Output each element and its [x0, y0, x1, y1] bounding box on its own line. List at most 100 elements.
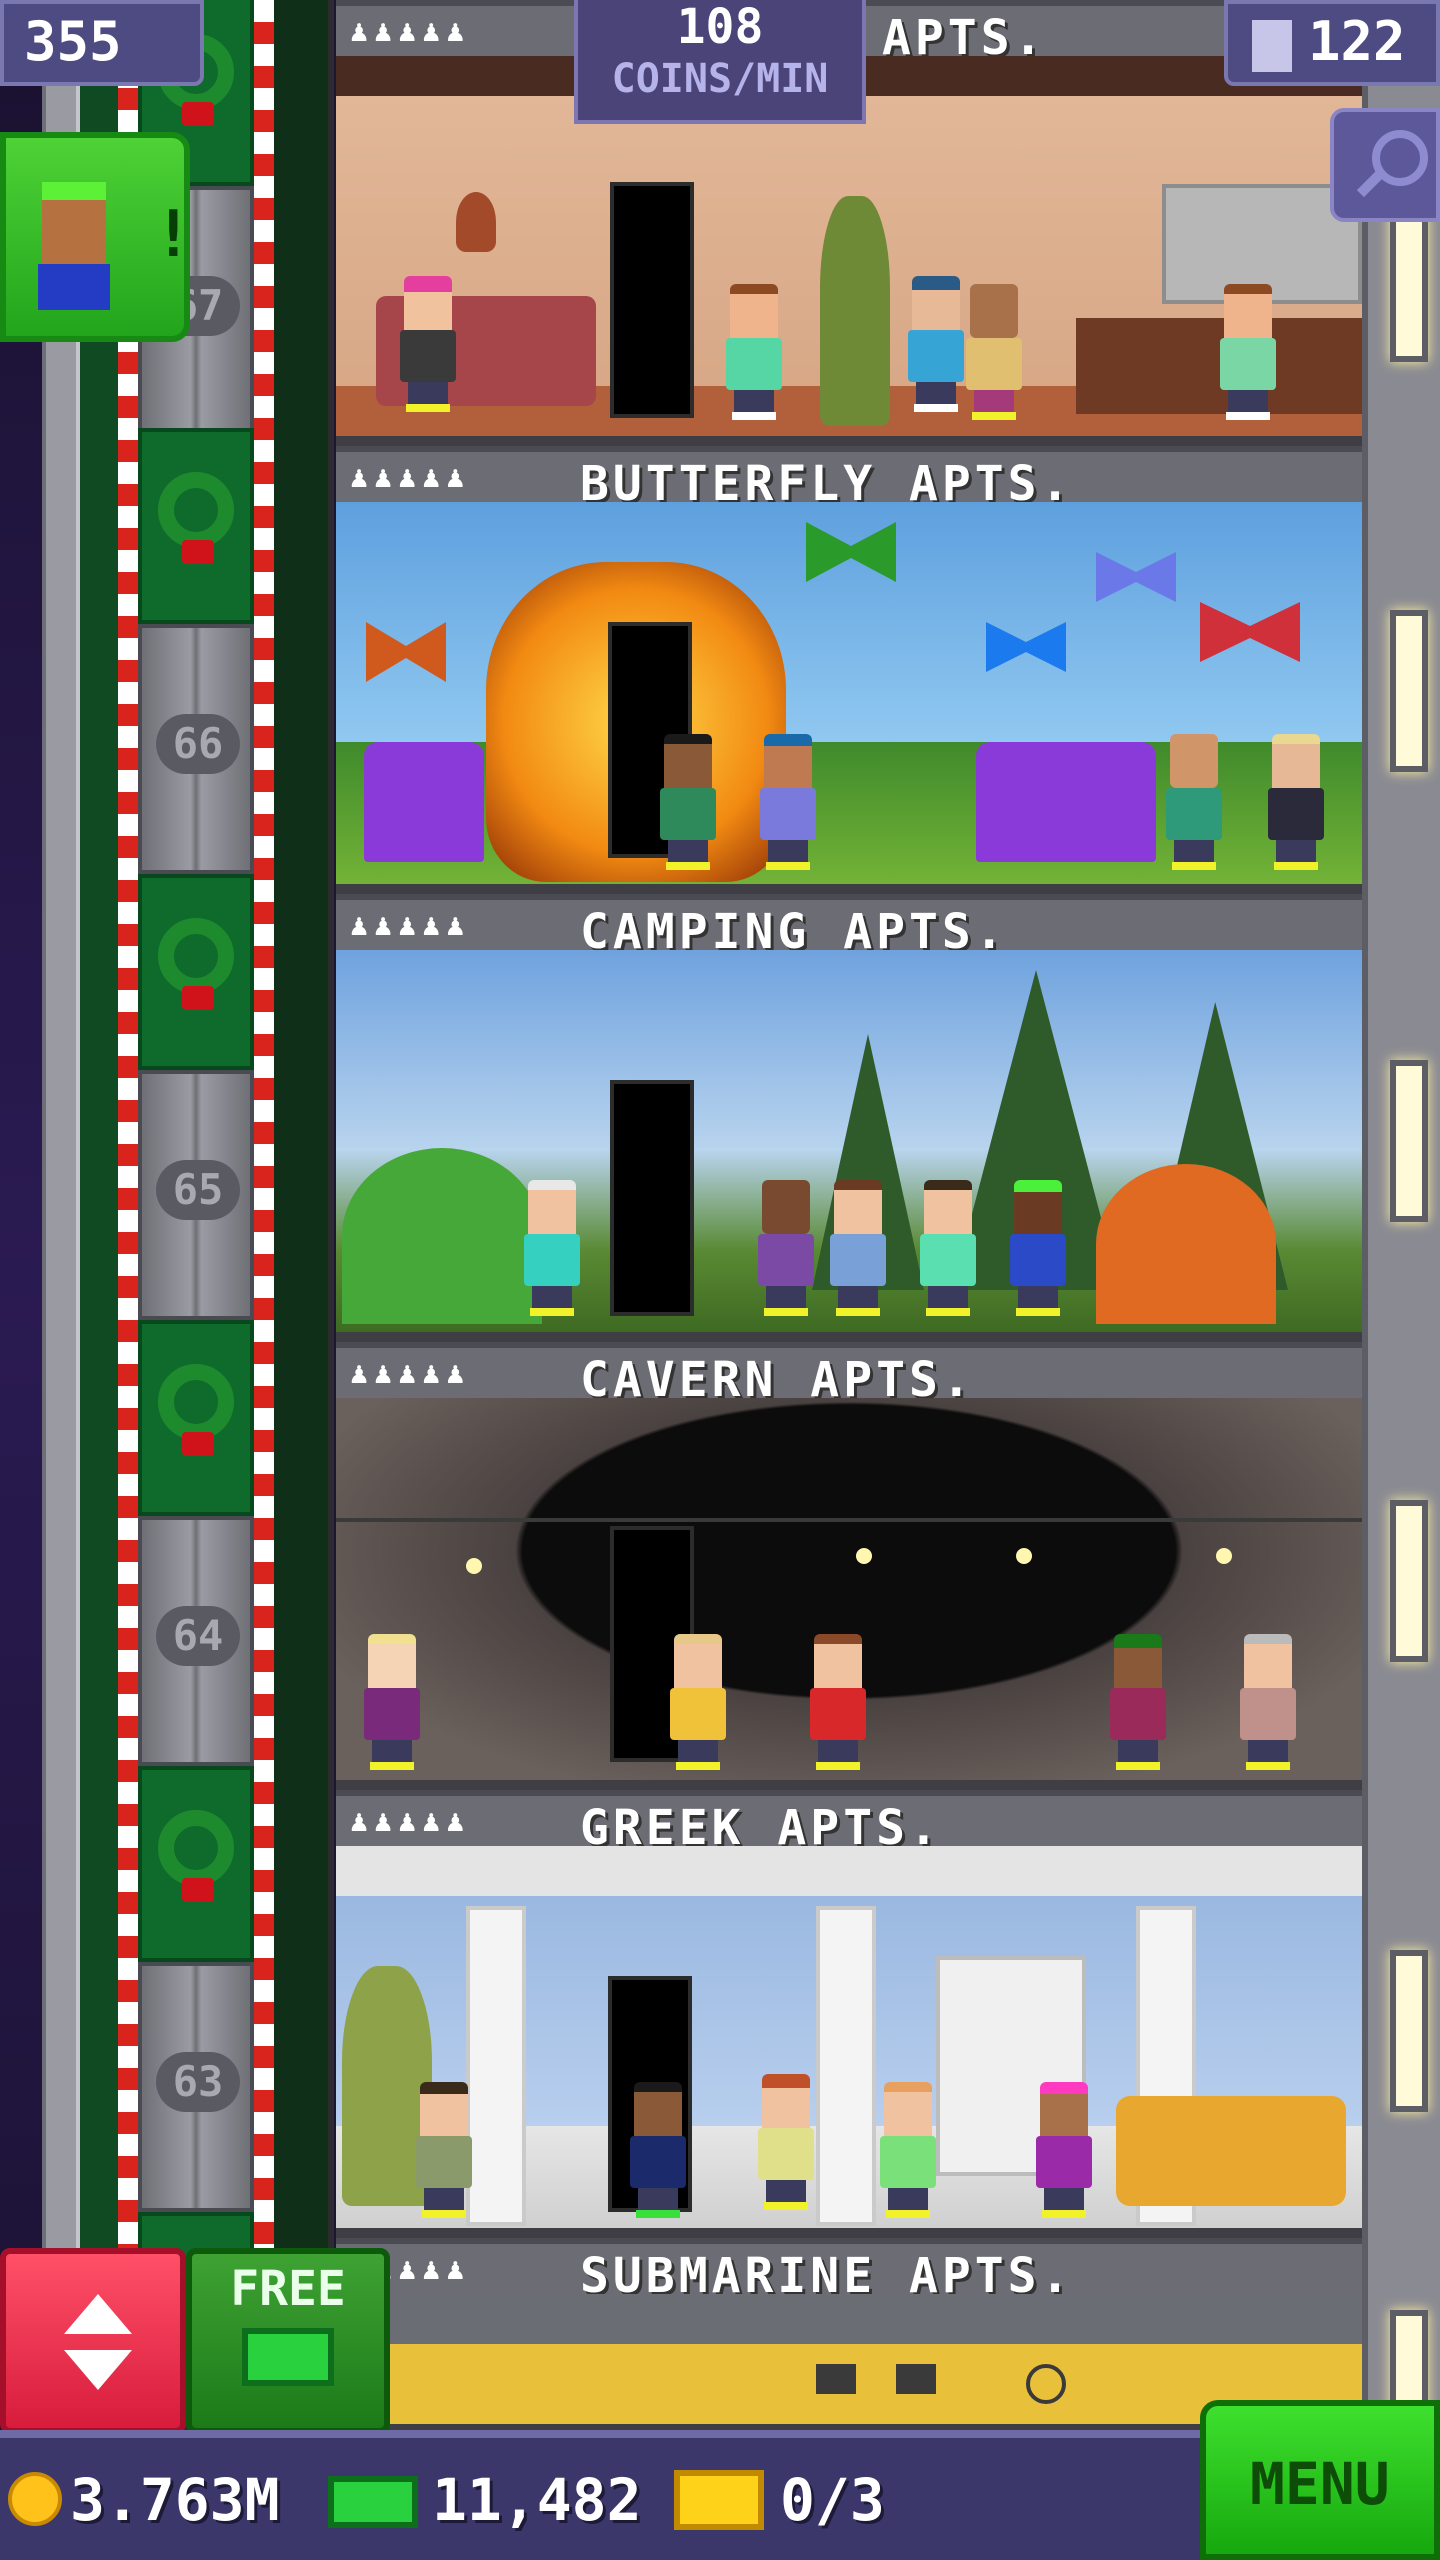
wreath-decoration	[138, 428, 254, 624]
butterfly-icon	[986, 622, 1066, 672]
resident[interactable]	[1162, 734, 1226, 870]
tower-right-wall	[1362, 0, 1440, 2560]
butterfly-icon	[1096, 552, 1176, 602]
resident[interactable]	[754, 2074, 818, 2210]
elevator-rail	[42, 0, 80, 2560]
resident[interactable]	[806, 1634, 870, 1770]
visitor-avatar	[42, 182, 106, 264]
resident[interactable]	[626, 2082, 690, 2218]
elevator-door[interactable]: 63	[138, 1962, 254, 2212]
space-background	[0, 0, 42, 2560]
light-bulb-icon	[466, 1558, 482, 1574]
resident[interactable]	[396, 276, 460, 412]
butterfly-icon	[806, 522, 896, 582]
window-light	[1390, 1950, 1428, 2112]
window-light	[1390, 1060, 1428, 1222]
resident[interactable]	[722, 284, 786, 420]
menu-label: MENU	[1250, 2450, 1390, 2518]
floor-room[interactable]	[336, 502, 1362, 894]
string-lights	[336, 1518, 1362, 1522]
bow-icon	[182, 540, 214, 564]
floors-counter[interactable]: 122	[1224, 0, 1440, 86]
resident[interactable]	[962, 284, 1026, 420]
resident[interactable]	[520, 1180, 584, 1316]
floor-room[interactable]	[336, 1846, 1362, 2238]
resident[interactable]	[360, 1634, 424, 1770]
resident[interactable]	[756, 734, 820, 870]
floor-header[interactable]: ♟♟♟♟♟ SUBMARINE APTS.	[336, 2238, 1362, 2304]
bux-value: 11,482	[432, 2466, 642, 2534]
alert-icon: !	[154, 198, 193, 272]
population-value: 355	[24, 10, 122, 73]
window-light	[1390, 1500, 1428, 1662]
magnifier-handle	[1356, 168, 1386, 198]
tickets-value: 0/3	[780, 2466, 885, 2534]
floor-room[interactable]	[336, 1398, 1362, 1790]
resident[interactable]	[412, 2082, 476, 2218]
plant	[820, 196, 890, 426]
candy-cane-pole-right	[254, 0, 274, 2560]
floor-number: 65	[156, 1160, 240, 1220]
resident[interactable]	[904, 276, 968, 412]
floor-header[interactable]: ♟♟♟♟♟ BUTTERFLY APTS.	[336, 446, 1362, 512]
vase	[456, 192, 496, 252]
resident[interactable]	[1006, 1180, 1070, 1316]
resident[interactable]	[666, 1634, 730, 1770]
residents-indicator: ♟♟♟♟♟	[350, 460, 471, 495]
elevator-door[interactable]: 66	[138, 624, 254, 874]
bench	[976, 742, 1156, 862]
resident[interactable]	[656, 734, 720, 870]
building-icon	[1252, 20, 1292, 72]
floors-value: 122	[1308, 10, 1406, 73]
orange-tent	[1096, 1164, 1276, 1324]
arrow-down-icon	[64, 2350, 132, 2390]
elevator-door[interactable]: 64	[138, 1516, 254, 1766]
menu-button[interactable]: MENU	[1200, 2400, 1440, 2560]
chair	[364, 742, 484, 862]
bow-icon	[182, 1432, 214, 1456]
elevator-button[interactable]	[0, 2248, 186, 2434]
bow-icon	[182, 1878, 214, 1902]
resident[interactable]	[1032, 2082, 1096, 2218]
wreath-decoration	[138, 1320, 254, 1516]
floor-header[interactable]: ♟♟♟♟♟ CAVERN APTS.	[336, 1342, 1362, 1408]
sofa	[1116, 2096, 1346, 2206]
residents-indicator: ♟♟♟♟♟	[350, 1804, 471, 1839]
visitor-shirt	[38, 264, 110, 310]
elevator-side-wall	[274, 0, 334, 2560]
coins-per-minute-panel[interactable]: 108 COINS/MIN	[574, 0, 866, 124]
residents-indicator: ♟♟♟♟♟	[350, 1356, 471, 1391]
visitor-button[interactable]: !	[0, 132, 193, 342]
bow-icon	[182, 986, 214, 1010]
floor-header[interactable]: ♟♟♟♟♟ GREEK APTS.	[336, 1790, 1362, 1856]
green-tent	[342, 1148, 542, 1324]
coins-per-minute-value: 108	[676, 0, 764, 55]
resident[interactable]	[1216, 284, 1280, 420]
wreath-decoration	[138, 874, 254, 1070]
elevator-wall	[80, 0, 120, 2560]
resident[interactable]	[1236, 1634, 1300, 1770]
butterfly-icon	[1200, 602, 1300, 662]
coin-icon	[8, 2472, 62, 2526]
window-light	[1390, 200, 1428, 362]
floor-room[interactable]	[336, 950, 1362, 1342]
free-label: FREE	[230, 2261, 346, 2317]
free-bux-button[interactable]: FREE	[186, 2248, 390, 2434]
porthole-icon	[816, 2364, 856, 2394]
floor-header[interactable]: ♟♟♟♟♟ CAMPING APTS.	[336, 894, 1362, 960]
coins-value: 3.763M	[70, 2466, 280, 2534]
resident[interactable]	[1106, 1634, 1170, 1770]
light-bulb-icon	[856, 1548, 872, 1564]
light-bulb-icon	[1216, 1548, 1232, 1564]
resident[interactable]	[916, 1180, 980, 1316]
wreath-decoration	[138, 1766, 254, 1962]
elevator-door[interactable]: 65	[138, 1070, 254, 1320]
search-button[interactable]	[1330, 108, 1440, 222]
population-counter[interactable]: 355	[0, 0, 204, 86]
resident[interactable]	[1264, 734, 1328, 870]
resident[interactable]	[876, 2082, 940, 2218]
resident[interactable]	[754, 1180, 818, 1316]
coins-per-minute-label: COINS/MIN	[611, 56, 829, 102]
porthole-icon	[896, 2364, 936, 2394]
resident[interactable]	[826, 1180, 890, 1316]
